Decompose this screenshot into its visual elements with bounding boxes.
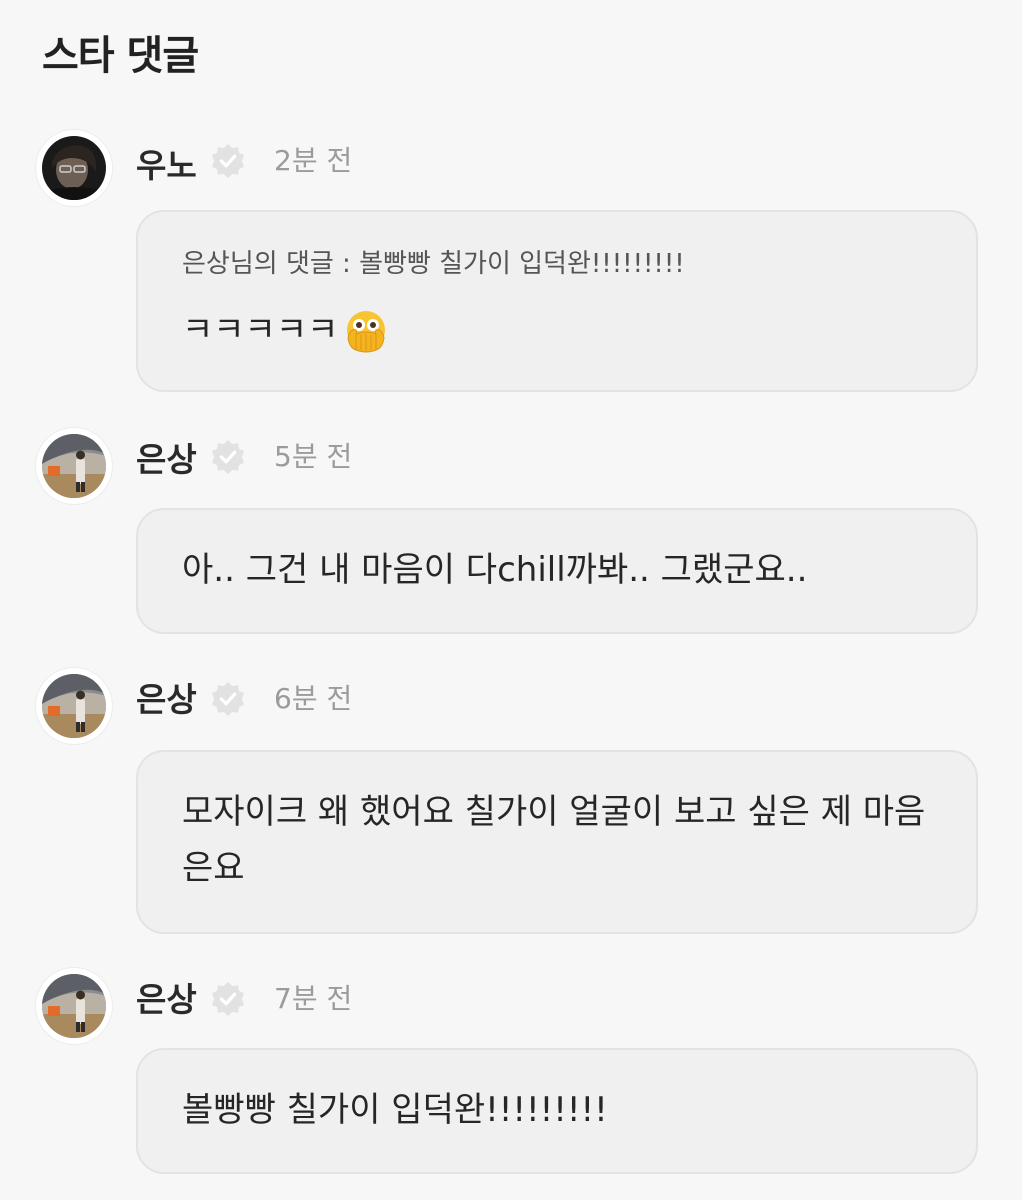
quoted-comment: 은상님의 댓글 : 볼빵빵 칠가이 입덕완!!!!!!!!! <box>182 249 685 279</box>
comment-author[interactable]: 은상 <box>136 438 197 482</box>
comment-bubble: 은상님의 댓글 : 볼빵빵 칠가이 입덕완!!!!!!!!! ㅋㅋㅋㅋㅋ <box>136 210 978 392</box>
comment-time: 2분 전 <box>274 144 353 177</box>
avatar-image <box>42 674 106 738</box>
comment-author[interactable]: 은상 <box>136 678 197 722</box>
comment-bubble: 볼빵빵 칠가이 입덕완!!!!!!!!! <box>136 1048 978 1174</box>
avatar[interactable] <box>36 968 112 1044</box>
verified-badge-icon <box>211 681 245 717</box>
comment-text: 아.. 그건 내 마음이 다chill까봐.. 그랬군요.. <box>182 550 808 590</box>
comment-author[interactable]: 은상 <box>136 978 197 1022</box>
comment-time: 6분 전 <box>274 682 353 715</box>
comment-author[interactable]: 우노 <box>136 144 197 188</box>
section-title: 스타 댓글 <box>42 33 199 79</box>
comment-time: 7분 전 <box>274 982 353 1015</box>
face-with-open-eyes-and-hand-over-mouth-emoji <box>347 310 386 352</box>
comment-text: ㅋㅋㅋㅋㅋ <box>182 302 936 358</box>
verified-badge-icon <box>211 981 245 1017</box>
comment-text: 볼빵빵 칠가이 입덕완!!!!!!!!! <box>182 1090 608 1130</box>
verified-badge-icon <box>211 143 245 179</box>
comment-bubble: 아.. 그건 내 마음이 다chill까봐.. 그랬군요.. <box>136 508 978 634</box>
avatar[interactable] <box>36 130 112 206</box>
comment-text-content: ㅋㅋㅋㅋㅋ <box>182 310 339 350</box>
comment-bubble: 모자이크 왜 했어요 칠가이 얼굴이 보고 싶은 제 마음은요 <box>136 750 978 934</box>
avatar-image <box>42 136 106 200</box>
verified-badge-icon <box>211 439 245 475</box>
comment-text: 모자이크 왜 했어요 칠가이 얼굴이 보고 싶은 제 마음은요 <box>182 792 926 888</box>
avatar[interactable] <box>36 428 112 504</box>
avatar-image <box>42 974 106 1038</box>
avatar[interactable] <box>36 668 112 744</box>
avatar-image <box>42 434 106 498</box>
comment-time: 5분 전 <box>274 440 353 473</box>
